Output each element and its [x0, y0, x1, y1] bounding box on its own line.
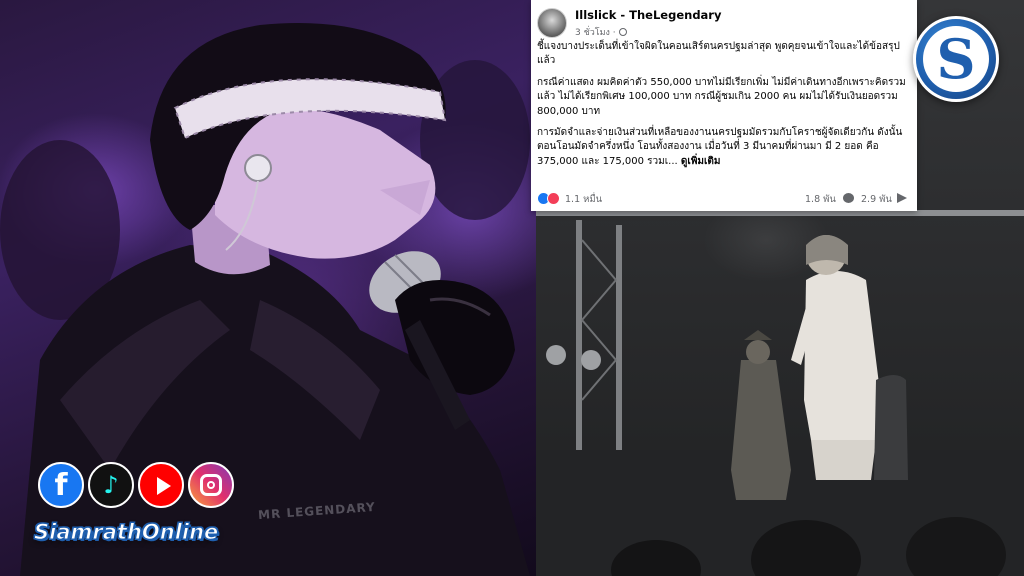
- comment-count[interactable]: 1.8 พัน: [805, 192, 836, 207]
- post-paragraph-2: กรณีค่าแสดง ผมคิดค่าตัว 550,000 บาทไม่มี…: [537, 76, 906, 117]
- logo-inner-circle: S: [923, 26, 989, 92]
- tiktok-icon[interactable]: ♪: [88, 462, 134, 508]
- post-paragraph-3: การมัดจำและจ่ายเงินส่วนที่เหลือของงานนคร…: [537, 126, 911, 169]
- siamrath-logo: S: [913, 16, 999, 102]
- comment-icon: [843, 193, 854, 203]
- reaction-count[interactable]: 1.1 หมื่น: [565, 192, 602, 207]
- share-icon: [897, 193, 907, 203]
- instagram-icon[interactable]: [188, 462, 234, 508]
- post-body: ชี้แจงบางประเด็นที่เข้าใจผิดในคอนเสิร์ตน…: [537, 40, 911, 176]
- love-reaction-icon: [547, 192, 560, 205]
- post-paragraph-1: ชี้แจงบางประเด็นที่เข้าใจผิดในคอนเสิร์ตน…: [537, 41, 900, 67]
- post-footer: 1.1 หมื่น 1.8 พัน 2.9 พัน: [537, 190, 911, 208]
- globe-icon: [618, 28, 627, 36]
- logo-letter: S: [936, 27, 976, 91]
- brand-name: SiamrathOnline: [34, 520, 219, 545]
- post-timestamp: 3 ชั่วโมง ·: [575, 25, 627, 39]
- share-count[interactable]: 2.9 พัน: [861, 192, 892, 207]
- see-more-link[interactable]: ดูเพิ่มเติม: [681, 156, 721, 167]
- facebook-icon[interactable]: f: [38, 462, 84, 508]
- social-icons-row: f ♪: [38, 462, 238, 510]
- post-time-text: 3 ชั่วโมง ·: [575, 28, 616, 38]
- post-author[interactable]: Illslick - TheLegendary: [575, 8, 721, 22]
- facebook-post-card: Illslick - TheLegendary 3 ชั่วโมง · ชี้แ…: [531, 0, 917, 211]
- camera-lens: [207, 481, 215, 489]
- post-header: Illslick - TheLegendary 3 ชั่วโมง ·: [537, 6, 907, 40]
- youtube-icon[interactable]: [138, 462, 184, 508]
- play-icon: [157, 477, 171, 495]
- avatar[interactable]: [537, 8, 567, 38]
